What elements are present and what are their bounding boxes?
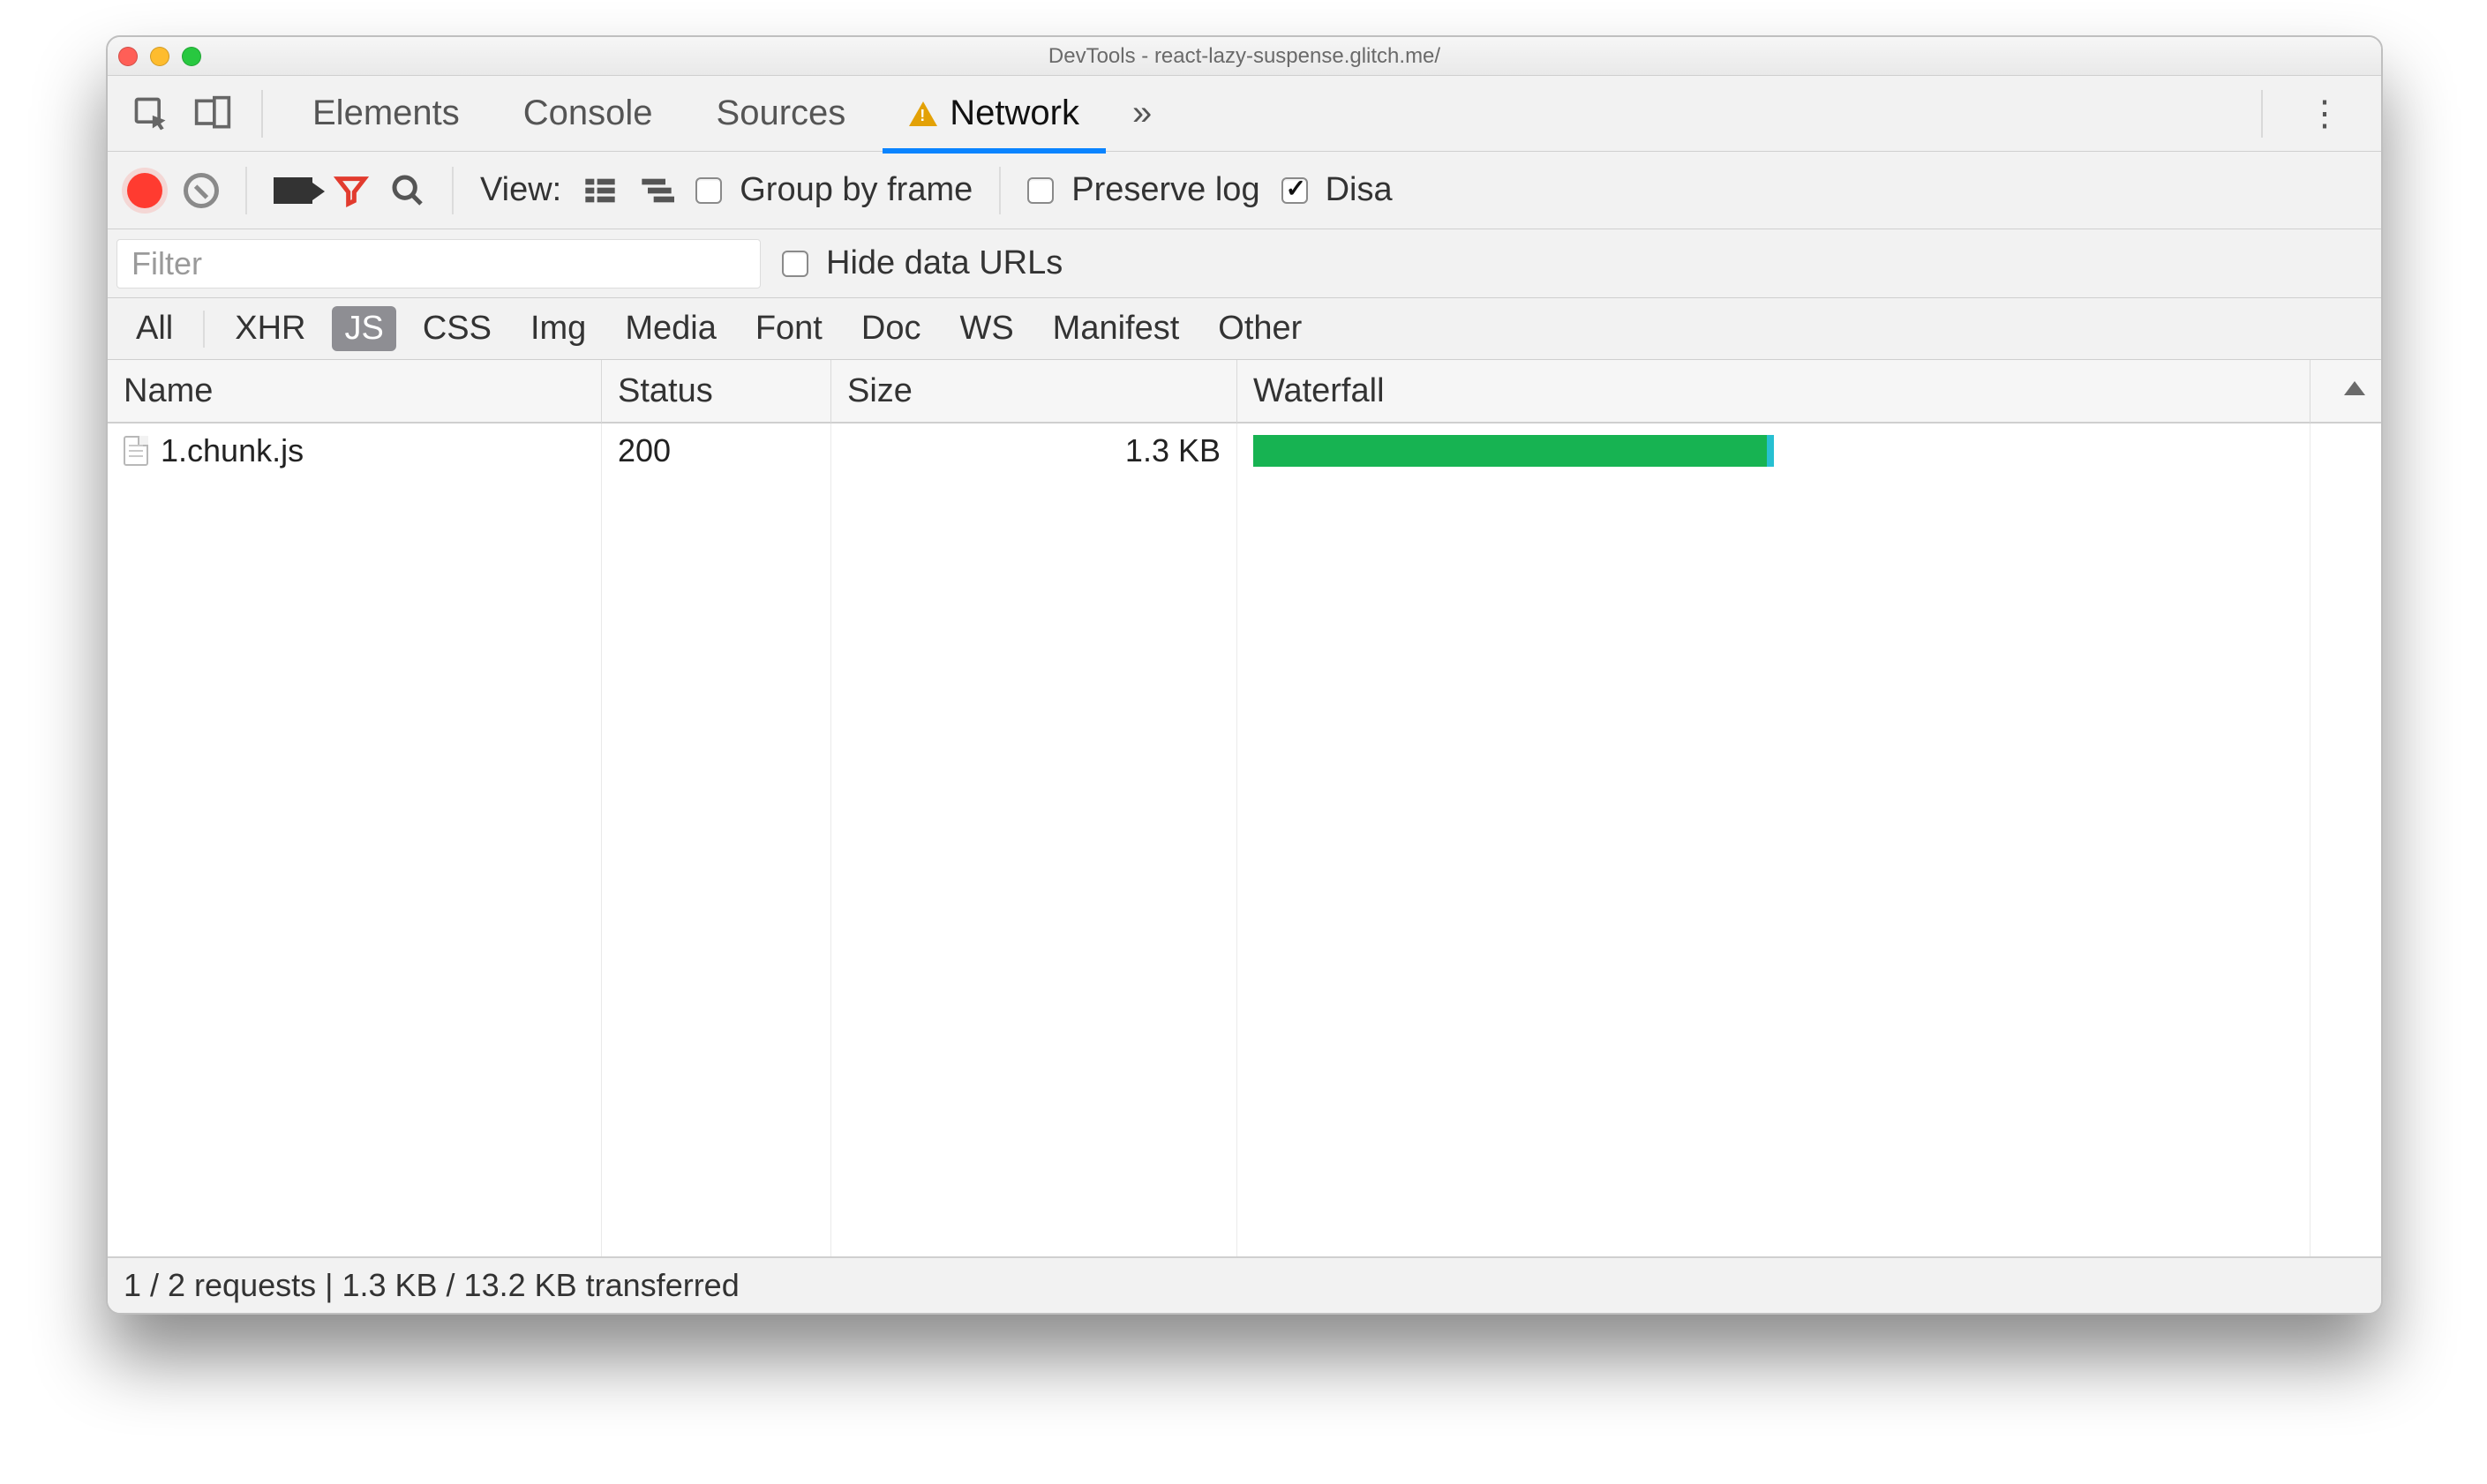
cell-waterfall bbox=[1237, 423, 2310, 478]
status-bar: 1 / 2 requests | 1.3 KB / 13.2 KB transf… bbox=[108, 1256, 2381, 1313]
view-large-rows-icon[interactable] bbox=[582, 173, 618, 208]
column-size[interactable]: Size bbox=[831, 360, 1237, 423]
checkbox-icon[interactable] bbox=[782, 251, 808, 277]
column-label: Status bbox=[618, 372, 713, 409]
checkbox-icon[interactable] bbox=[1027, 177, 1054, 204]
file-icon bbox=[124, 436, 148, 466]
clear-log-button[interactable] bbox=[184, 173, 219, 208]
window-title: DevTools - react-lazy-suspense.glitch.me… bbox=[108, 44, 2381, 69]
search-icon[interactable] bbox=[390, 173, 425, 208]
type-filter-font[interactable]: Font bbox=[743, 306, 835, 351]
file-name: 1.chunk.js bbox=[161, 432, 304, 469]
option-label: Hide data URLs bbox=[826, 244, 1063, 282]
status-text: 1 / 2 requests | 1.3 KB / 13.2 KB transf… bbox=[124, 1267, 740, 1304]
cell-name: 1.chunk.js bbox=[108, 423, 602, 478]
checkbox-icon[interactable] bbox=[695, 177, 722, 204]
tab-label: Sources bbox=[717, 94, 846, 133]
more-options-button[interactable]: ⋮ bbox=[2286, 94, 2363, 134]
waterfall-bar bbox=[1253, 435, 1774, 467]
type-filter-xhr[interactable]: XHR bbox=[222, 306, 318, 351]
option-label: Group by frame bbox=[740, 171, 973, 209]
option-label: Disa bbox=[1326, 171, 1393, 209]
tab-elements[interactable]: Elements bbox=[286, 76, 486, 152]
type-filters: All XHR JS CSS Img Media Font Doc WS Man… bbox=[108, 298, 2381, 360]
column-sort[interactable] bbox=[2310, 360, 2381, 423]
table-header: Name Status Size Waterfall bbox=[108, 360, 2381, 423]
column-label: Size bbox=[847, 372, 913, 409]
minimize-window-button[interactable] bbox=[150, 47, 169, 66]
cell-status: 200 bbox=[602, 423, 831, 478]
network-toolbar: View: Group by frame Preserve log Disa bbox=[108, 152, 2381, 229]
type-filter-img[interactable]: Img bbox=[518, 306, 598, 351]
tab-network[interactable]: Network bbox=[883, 76, 1106, 152]
window-controls bbox=[118, 47, 201, 66]
type-filter-other[interactable]: Other bbox=[1206, 306, 1314, 351]
filter-toggle-icon[interactable] bbox=[334, 173, 369, 208]
device-emulation-icon[interactable] bbox=[187, 88, 238, 139]
view-label: View: bbox=[480, 171, 561, 209]
column-waterfall[interactable]: Waterfall bbox=[1237, 360, 2310, 423]
table-row[interactable]: 1.chunk.js 200 1.3 KB bbox=[108, 423, 2381, 478]
column-label: Waterfall bbox=[1253, 372, 1385, 409]
type-filter-css[interactable]: CSS bbox=[410, 306, 504, 351]
separator bbox=[261, 90, 263, 138]
column-name[interactable]: Name bbox=[108, 360, 602, 423]
tab-label: Elements bbox=[312, 94, 460, 133]
tab-console[interactable]: Console bbox=[497, 76, 680, 152]
tab-label: Network bbox=[950, 94, 1079, 133]
record-button[interactable] bbox=[127, 173, 162, 208]
option-label: Preserve log bbox=[1071, 171, 1259, 209]
type-filter-manifest[interactable]: Manifest bbox=[1041, 306, 1192, 351]
active-tab-underline bbox=[883, 148, 1106, 154]
tabs-overflow-button[interactable]: » bbox=[1116, 94, 1168, 133]
network-table: Name Status Size Waterfall 1.chunk.js 20… bbox=[108, 360, 2381, 1256]
close-window-button[interactable] bbox=[118, 47, 138, 66]
warning-icon bbox=[909, 101, 937, 126]
checkbox-icon[interactable] bbox=[1281, 177, 1308, 204]
titlebar: DevTools - react-lazy-suspense.glitch.me… bbox=[108, 37, 2381, 76]
separator bbox=[2261, 90, 2263, 138]
type-filter-all[interactable]: All bbox=[124, 306, 185, 351]
cell-empty bbox=[2310, 423, 2381, 478]
filter-bar: Hide data URLs bbox=[108, 229, 2381, 298]
filter-input[interactable] bbox=[116, 239, 761, 289]
tab-sources[interactable]: Sources bbox=[690, 76, 873, 152]
hide-data-urls-option[interactable]: Hide data URLs bbox=[782, 244, 1063, 282]
type-filter-js[interactable]: JS bbox=[332, 306, 395, 351]
tabs-bar: Elements Console Sources Network » ⋮ bbox=[108, 76, 2381, 152]
column-status[interactable]: Status bbox=[602, 360, 831, 423]
cell-size: 1.3 KB bbox=[831, 423, 1237, 478]
type-filter-media[interactable]: Media bbox=[612, 306, 729, 351]
maximize-window-button[interactable] bbox=[182, 47, 201, 66]
tab-label: Console bbox=[523, 94, 653, 133]
type-filter-doc[interactable]: Doc bbox=[849, 306, 934, 351]
column-label: Name bbox=[124, 372, 213, 409]
devtools-window: DevTools - react-lazy-suspense.glitch.me… bbox=[106, 35, 2383, 1315]
group-by-frame-option[interactable]: Group by frame bbox=[695, 171, 973, 209]
preserve-log-option[interactable]: Preserve log bbox=[1027, 171, 1259, 209]
view-waterfall-icon[interactable] bbox=[639, 173, 674, 208]
sort-asc-icon bbox=[2344, 381, 2365, 395]
table-body: 1.chunk.js 200 1.3 KB bbox=[108, 423, 2381, 1256]
screenshot-capture-icon[interactable] bbox=[274, 177, 312, 204]
type-filter-ws[interactable]: WS bbox=[947, 306, 1026, 351]
disable-cache-option[interactable]: Disa bbox=[1281, 171, 1393, 209]
inspect-element-icon[interactable] bbox=[125, 88, 177, 139]
